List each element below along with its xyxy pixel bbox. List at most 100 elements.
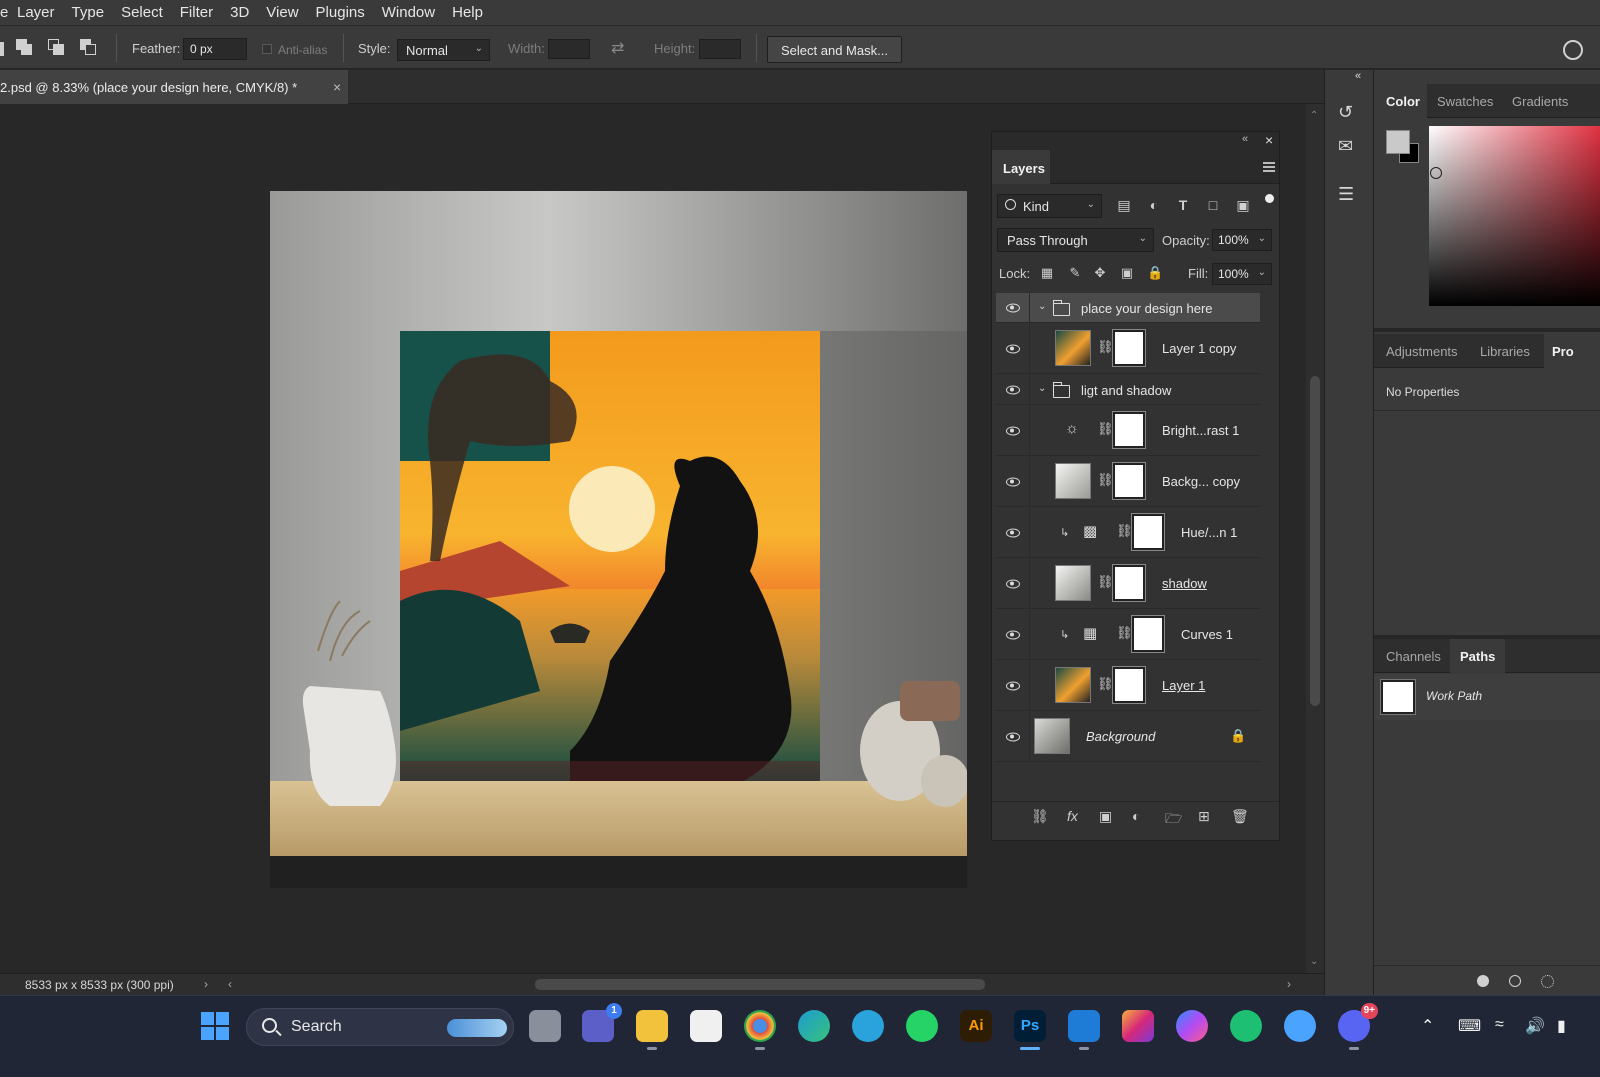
- tab-color[interactable]: Color: [1374, 84, 1427, 118]
- menu-filter[interactable]: Filter: [171, 0, 221, 25]
- lens-app-icon[interactable]: [1284, 1010, 1316, 1042]
- properties-icon[interactable]: ☰: [1338, 184, 1354, 205]
- lock-position-icon[interactable]: ✥: [1092, 265, 1108, 281]
- scroll-left-icon[interactable]: ‹: [228, 977, 232, 991]
- layer-row-group[interactable]: ⌄ ligt and shadow: [996, 375, 1260, 405]
- path-row[interactable]: Work Path: [1374, 674, 1600, 720]
- vertical-scroll-thumb[interactable]: [1310, 376, 1320, 706]
- wifi-icon[interactable]: ≈: [1495, 1016, 1504, 1034]
- layer-row[interactable]: ⛓ shadow: [996, 559, 1260, 609]
- eye-icon[interactable]: [1006, 681, 1020, 690]
- stroke-path-icon[interactable]: [1509, 975, 1521, 987]
- photoshop-icon[interactable]: Ps: [1014, 1010, 1046, 1042]
- antialias-checkbox[interactable]: [262, 44, 272, 54]
- style-select[interactable]: Normal ⌄: [397, 39, 490, 61]
- illustrator-icon[interactable]: Ai: [960, 1010, 992, 1042]
- blend-mode-select[interactable]: Pass Through ⌄: [997, 228, 1154, 252]
- messenger-icon[interactable]: [1176, 1010, 1208, 1042]
- battery-icon[interactable]: ▮: [1557, 1016, 1566, 1036]
- layer-row[interactable]: ⛓ Backg... copy: [996, 457, 1260, 507]
- edge-icon[interactable]: [798, 1010, 830, 1042]
- menu-window[interactable]: Window: [373, 0, 443, 25]
- filter-toggle[interactable]: [1265, 194, 1274, 203]
- horizontal-scroll-thumb[interactable]: [535, 979, 985, 990]
- height-input[interactable]: [699, 39, 741, 59]
- keyboard-icon[interactable]: ⌨: [1458, 1016, 1481, 1036]
- remote-app-icon[interactable]: [1068, 1010, 1100, 1042]
- layer-row[interactable]: ⛓ Layer 1: [996, 661, 1260, 711]
- search-icon[interactable]: [1563, 40, 1583, 60]
- layer-mask-thumbnail[interactable]: [1112, 411, 1146, 449]
- add-to-selection-icon[interactable]: [48, 39, 68, 59]
- layer-row-group[interactable]: ⌄ place your design here: [996, 293, 1260, 323]
- chevron-down-icon[interactable]: ⌄: [1038, 301, 1046, 312]
- tab-gradients[interactable]: Gradients: [1512, 84, 1568, 118]
- fill-input[interactable]: 100% ⌄: [1212, 263, 1272, 285]
- tab-layers[interactable]: Layers: [992, 150, 1050, 184]
- link-layers-icon[interactable]: ⛓: [1031, 808, 1049, 825]
- taskbar-search[interactable]: Search: [246, 1008, 514, 1046]
- document-tab[interactable]: 2.psd @ 8.33% (place your design here, C…: [0, 70, 348, 104]
- microsoft-store-icon[interactable]: [690, 1010, 722, 1042]
- volume-icon[interactable]: 🔊: [1525, 1016, 1545, 1036]
- menu-type[interactable]: Type: [63, 0, 113, 25]
- task-view-icon[interactable]: [529, 1010, 561, 1042]
- menu-3d[interactable]: 3D: [221, 0, 257, 25]
- layer-mask-thumbnail[interactable]: [1112, 462, 1146, 500]
- color-picker-handle[interactable]: [1430, 167, 1442, 179]
- scroll-right-icon[interactable]: ›: [1287, 977, 1291, 991]
- chrome-icon[interactable]: [744, 1010, 776, 1042]
- chevron-up-icon[interactable]: ⌃: [1421, 1016, 1434, 1036]
- tab-libraries[interactable]: Libraries: [1480, 334, 1530, 368]
- new-selection-icon[interactable]: [16, 39, 36, 59]
- width-input[interactable]: [548, 39, 590, 59]
- panel-menu-icon[interactable]: [1263, 162, 1275, 174]
- menu-plugins[interactable]: Plugins: [307, 0, 373, 25]
- lock-all-icon[interactable]: 🔒: [1147, 265, 1163, 281]
- layer-row[interactable]: ☼ ⛓ Bright...rast 1: [996, 406, 1260, 456]
- adjustment-layer-icon[interactable]: ◐: [1132, 808, 1140, 824]
- foreground-color-swatch[interactable]: [1386, 130, 1410, 154]
- swap-icon[interactable]: ⇄: [611, 38, 624, 58]
- eye-icon[interactable]: [1006, 528, 1020, 537]
- color-picker-field[interactable]: [1429, 126, 1600, 306]
- fill-path-icon[interactable]: [1477, 975, 1489, 987]
- adjustment-filter-icon[interactable]: ◐: [1146, 197, 1162, 213]
- menu-select[interactable]: Select: [112, 0, 171, 25]
- layer-row[interactable]: ⛓ Layer 1 copy: [996, 324, 1260, 374]
- eye-icon[interactable]: [1006, 630, 1020, 639]
- tab-swatches[interactable]: Swatches: [1437, 84, 1493, 118]
- add-mask-icon[interactable]: ▣: [1099, 808, 1112, 825]
- menu-layer[interactable]: Layer: [8, 0, 63, 25]
- subtract-from-selection-icon[interactable]: [80, 39, 100, 59]
- collapse-icon[interactable]: «: [1355, 70, 1361, 82]
- eye-icon[interactable]: [1006, 385, 1020, 394]
- layer-row[interactable]: Background 🔒: [996, 712, 1260, 762]
- eye-icon[interactable]: [1006, 579, 1020, 588]
- tool-preset-icon[interactable]: [0, 42, 4, 56]
- history-icon[interactable]: ↺: [1338, 102, 1353, 123]
- close-icon[interactable]: ×: [333, 79, 341, 95]
- tab-adjustments[interactable]: Adjustments: [1386, 334, 1458, 368]
- lock-paint-icon[interactable]: ✎: [1067, 265, 1083, 281]
- menu-edit[interactable]: e: [0, 0, 8, 25]
- pixel-filter-icon[interactable]: ▤: [1116, 197, 1132, 213]
- instagram-icon[interactable]: [1122, 1010, 1154, 1042]
- layer-mask-thumbnail[interactable]: [1112, 329, 1146, 367]
- collapse-icon[interactable]: «: [1242, 133, 1248, 145]
- eye-icon[interactable]: [1006, 426, 1020, 435]
- layer-mask-thumbnail[interactable]: [1112, 564, 1146, 602]
- layer-row[interactable]: ↳ ▦ ⛓ Curves 1: [996, 610, 1260, 660]
- menu-view[interactable]: View: [257, 0, 306, 25]
- load-selection-icon[interactable]: [1541, 975, 1554, 988]
- tab-paths[interactable]: Paths: [1450, 639, 1505, 673]
- telegram-icon[interactable]: [852, 1010, 884, 1042]
- shape-filter-icon[interactable]: □: [1205, 197, 1221, 213]
- eye-icon[interactable]: [1006, 344, 1020, 353]
- comment-icon[interactable]: ✉: [1338, 136, 1353, 157]
- file-explorer-icon[interactable]: [636, 1010, 668, 1042]
- select-and-mask-button[interactable]: Select and Mask...: [767, 36, 902, 63]
- feather-input[interactable]: 0 px: [183, 38, 247, 60]
- eye-icon[interactable]: [1006, 477, 1020, 486]
- vertical-scrollbar[interactable]: ⌃ ⌄: [1306, 104, 1324, 973]
